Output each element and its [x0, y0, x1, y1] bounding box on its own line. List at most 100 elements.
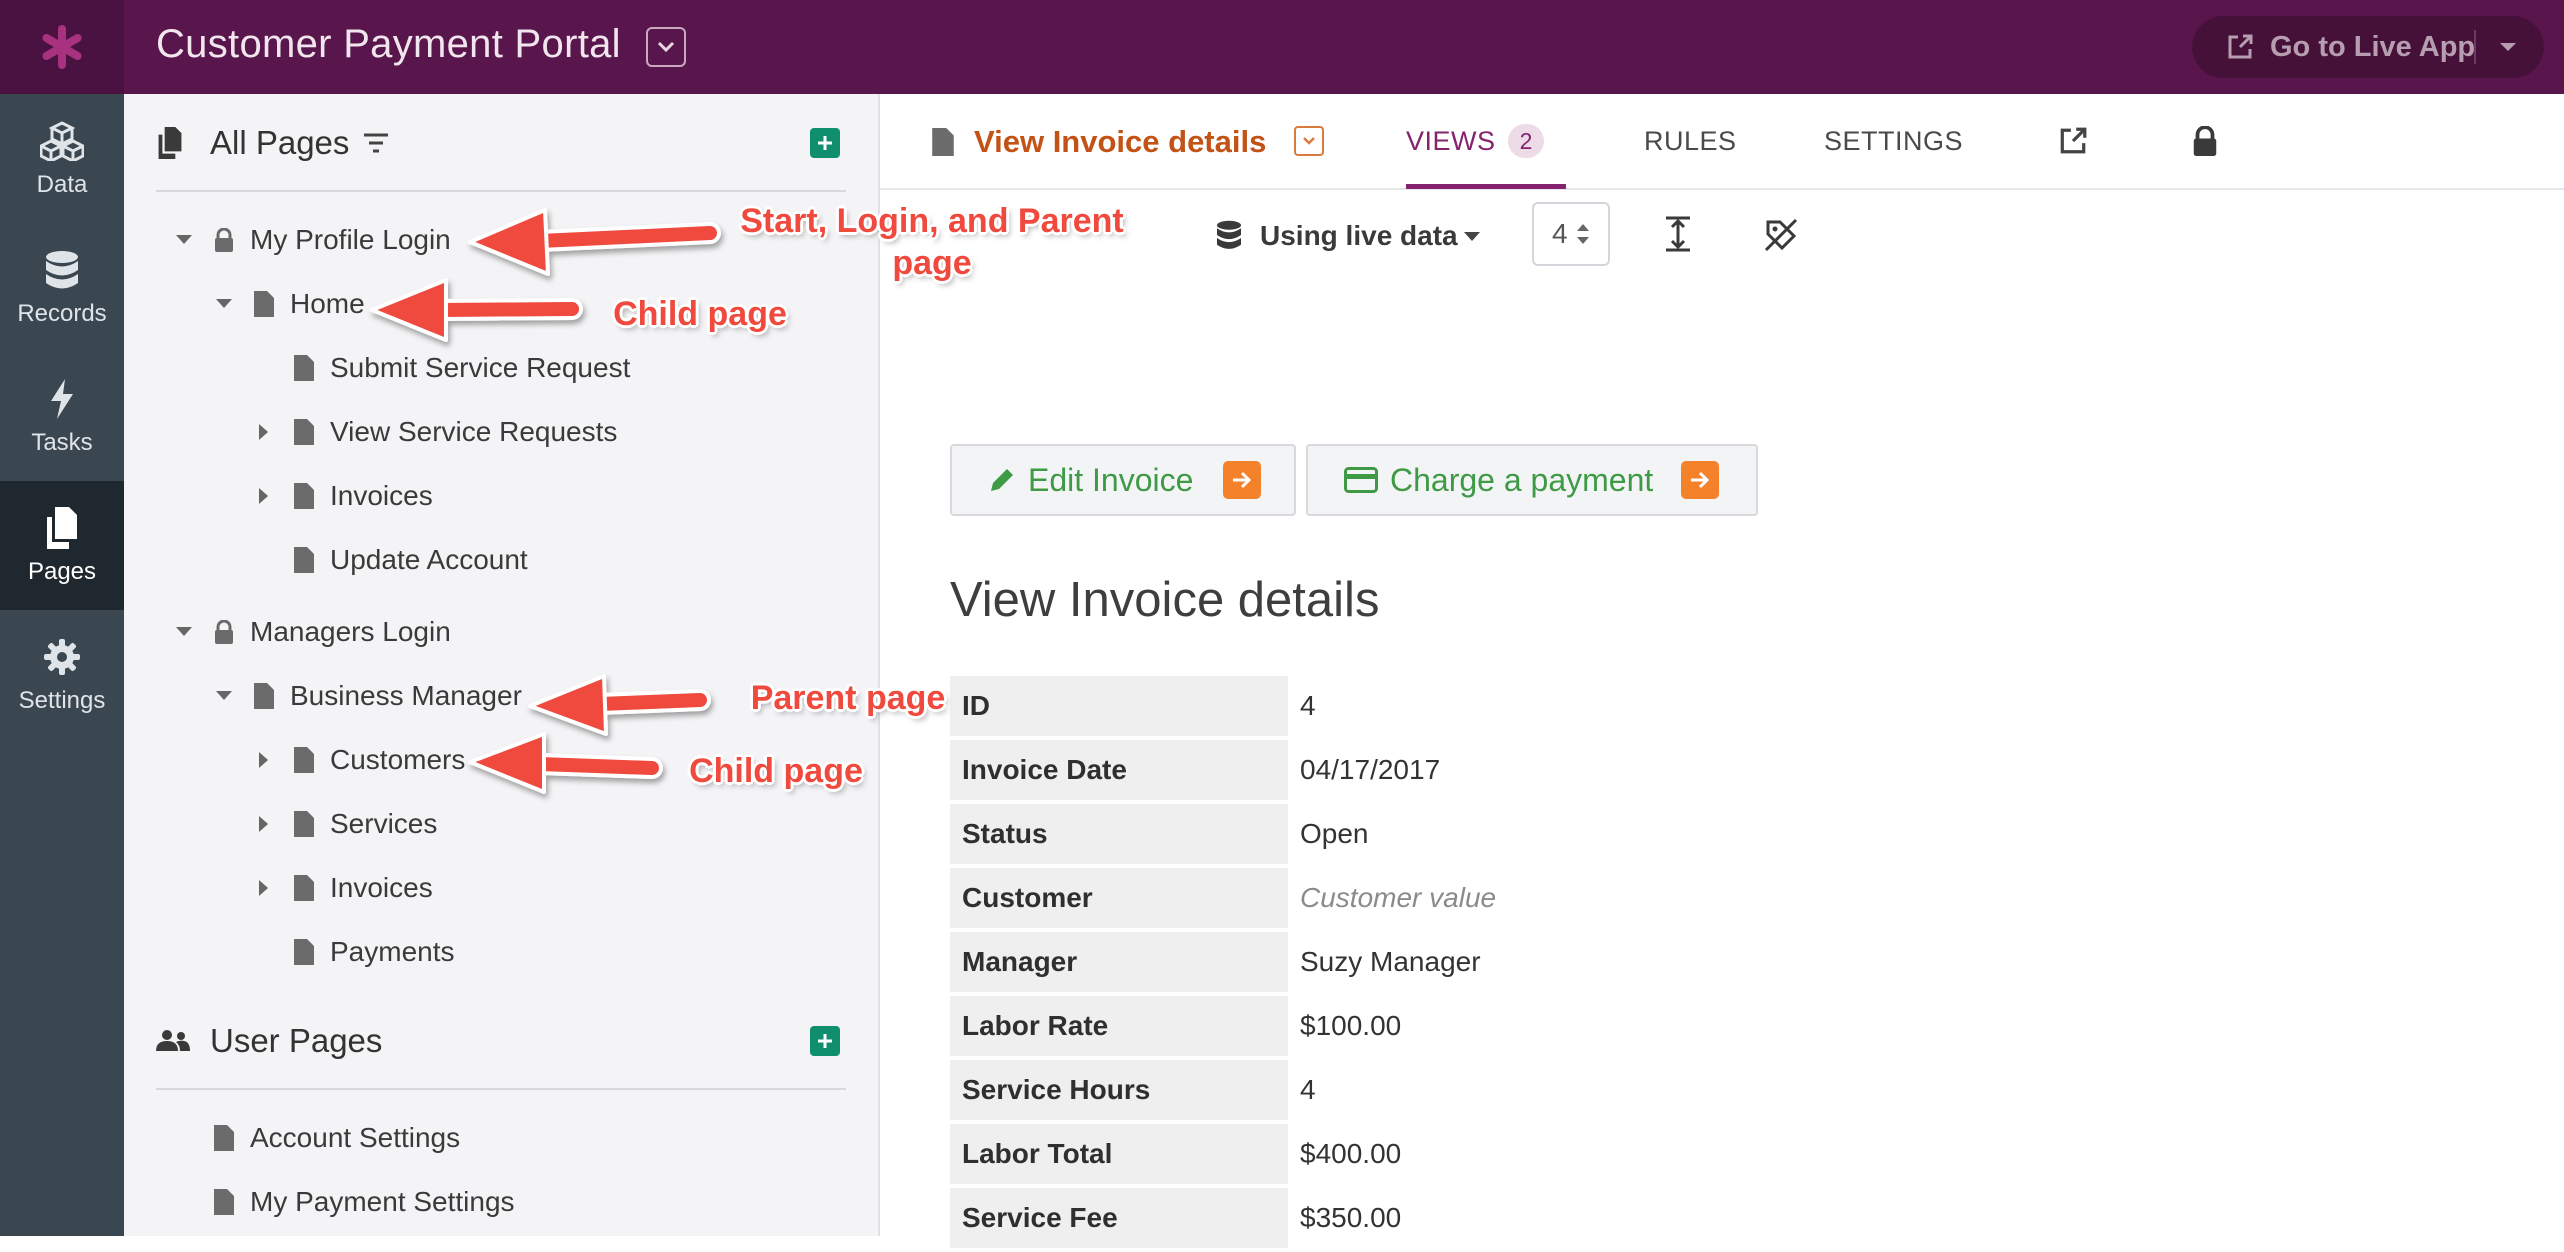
- tab-rules[interactable]: RULES: [1644, 126, 1737, 157]
- nav-records[interactable]: Records: [0, 223, 124, 352]
- database-icon: [1217, 220, 1241, 249]
- plus-icon: [818, 136, 832, 150]
- detail-key: Status: [950, 804, 1288, 864]
- detail-row: Manager Suzy Manager: [950, 932, 1980, 992]
- detail-row: ID 4: [950, 676, 1980, 736]
- tree-item-login[interactable]: Managers Login: [164, 610, 451, 654]
- user-page-item[interactable]: Account Settings: [204, 1116, 460, 1160]
- left-nav: Data Records Tasks Pages Settings: [0, 94, 124, 1236]
- file-icon: [204, 1189, 244, 1215]
- tree-item-label: Services: [330, 808, 438, 839]
- nav-settings[interactable]: Settings: [0, 610, 124, 739]
- annotation-start-login-parent: Start, Login, and Parent page: [740, 202, 1124, 282]
- tab-settings[interactable]: SETTINGS: [1824, 126, 1963, 157]
- detail-key: Labor Total: [950, 1124, 1288, 1184]
- charge-payment-button[interactable]: Charge a payment: [1306, 444, 1758, 516]
- tree-item-label: Customers: [330, 744, 466, 775]
- tree-item-label: Managers Login: [250, 616, 451, 647]
- tag-slash-icon[interactable]: [1764, 218, 1798, 252]
- file-icon: [932, 128, 954, 156]
- detail-row: Status Open: [950, 804, 1980, 864]
- caret-down-icon[interactable]: [2498, 41, 2518, 53]
- caret-down-icon[interactable]: [204, 691, 244, 701]
- user-pages-header[interactable]: User Pages: [156, 1016, 382, 1066]
- detail-value: 04/17/2017: [1300, 754, 1441, 785]
- external-link-icon: [2228, 34, 2253, 59]
- user-page-item[interactable]: My Payment Settings: [204, 1180, 515, 1224]
- lock-icon[interactable]: [2192, 126, 2218, 156]
- detail-key: Manager: [950, 932, 1288, 992]
- detail-value: 4: [1300, 1074, 1316, 1105]
- nav-label: Pages: [27, 557, 97, 585]
- charge-payment-label: Charge a payment: [1390, 461, 1654, 498]
- tree-item-login[interactable]: My Profile Login: [164, 218, 451, 262]
- external-link-icon[interactable]: [2058, 126, 2088, 156]
- add-page-button[interactable]: [810, 128, 840, 158]
- caret-down-icon[interactable]: [1464, 232, 1480, 242]
- add-user-page-button[interactable]: [810, 1026, 840, 1056]
- all-pages-header[interactable]: All Pages: [156, 118, 389, 168]
- detail-row: Customer Customer value: [950, 868, 1980, 928]
- view-heading: View Invoice details: [950, 573, 1380, 627]
- nav-data[interactable]: Data: [0, 94, 124, 223]
- tab-views[interactable]: VIEWS: [1406, 126, 1496, 157]
- lock-icon: [204, 620, 244, 644]
- tree-item-page[interactable]: Business Manager: [204, 674, 522, 718]
- credit-card-icon: [1344, 467, 1378, 493]
- caret-right-icon[interactable]: [244, 752, 284, 768]
- data-source-select[interactable]: Using live data: [1260, 220, 1458, 252]
- expand-height-icon[interactable]: [1664, 216, 1692, 252]
- page-name[interactable]: View Invoice details: [974, 124, 1266, 160]
- detail-value: $100.00: [1300, 1010, 1402, 1041]
- tree-item-page[interactable]: Home: [204, 282, 365, 326]
- tree-item-label: Submit Service Request: [330, 352, 631, 383]
- tree-item-page[interactable]: Submit Service Request: [244, 346, 630, 390]
- tree-item-label: Payments: [330, 936, 455, 967]
- go-to-live-app-label: Go to Live App: [2270, 30, 2476, 63]
- page-dropdown[interactable]: [1294, 126, 1324, 156]
- button-divider: [2474, 30, 2476, 64]
- tree-item-page[interactable]: Payments: [244, 930, 455, 974]
- tree-item-page[interactable]: View Service Requests: [244, 410, 617, 454]
- active-tab-indicator: [1406, 184, 1566, 189]
- tree-item-page[interactable]: Update Account: [244, 538, 528, 582]
- caret-down-icon[interactable]: [164, 627, 204, 637]
- tree-item-page[interactable]: Invoices: [244, 866, 433, 910]
- all-pages-title: All Pages: [210, 124, 350, 161]
- tree-item-page[interactable]: Customers: [244, 738, 465, 782]
- nav-tasks[interactable]: Tasks: [0, 352, 124, 481]
- file-icon: [284, 355, 324, 381]
- detail-value: Suzy Manager: [1300, 946, 1481, 977]
- detail-row: Labor Rate $100.00: [950, 996, 1980, 1056]
- divider: [156, 190, 846, 192]
- caret-right-icon[interactable]: [244, 488, 284, 504]
- record-number-stepper[interactable]: 4: [1532, 202, 1610, 266]
- detail-key: Customer: [950, 868, 1288, 928]
- tree-item-label: My Payment Settings: [250, 1186, 515, 1217]
- edit-invoice-button[interactable]: Edit Invoice: [950, 444, 1296, 516]
- caret-right-icon[interactable]: [244, 880, 284, 896]
- cubes-icon: [40, 119, 84, 163]
- asterisk-logo-icon: [42, 25, 82, 69]
- pencil-icon: [991, 469, 1013, 491]
- file-icon: [284, 811, 324, 837]
- tree-item-page[interactable]: Invoices: [244, 474, 433, 518]
- views-count-badge: 2: [1508, 124, 1544, 158]
- app-logo[interactable]: [0, 0, 124, 94]
- annotation-parent-page: Parent page: [750, 679, 946, 717]
- app-menu-dropdown[interactable]: [646, 27, 686, 67]
- filter-icon[interactable]: [363, 133, 389, 153]
- caret-down-icon[interactable]: [164, 235, 204, 245]
- caret-right-icon[interactable]: [244, 424, 284, 440]
- caret-right-icon[interactable]: [244, 816, 284, 832]
- nav-pages[interactable]: Pages: [0, 481, 124, 610]
- caret-down-icon[interactable]: [204, 299, 244, 309]
- go-to-live-app-button[interactable]: Go to Live App: [2192, 16, 2544, 78]
- plus-icon: [818, 1034, 832, 1048]
- detail-value: $350.00: [1300, 1202, 1402, 1233]
- detail-key: Labor Rate: [950, 996, 1288, 1056]
- tree-item-page[interactable]: Services: [244, 802, 437, 846]
- stepper-arrows-icon[interactable]: [1576, 223, 1590, 245]
- tree-item-label: Home: [290, 288, 365, 319]
- database-icon: [45, 248, 79, 292]
